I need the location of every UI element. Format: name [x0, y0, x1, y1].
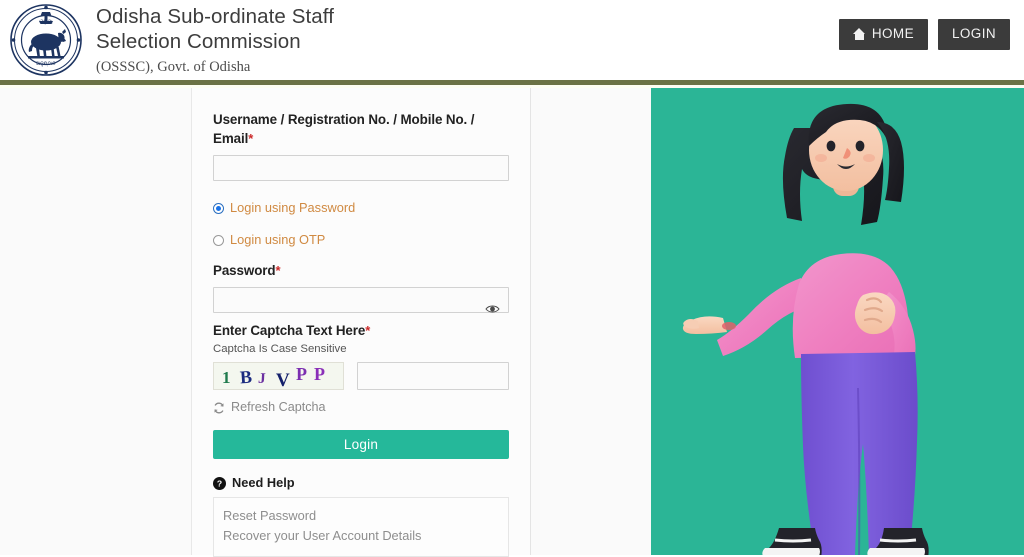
home-icon — [852, 27, 866, 40]
captcha-char-2: J — [257, 370, 266, 388]
brand-block: ଓଡ଼ିଶା ଅନୁଷ୍ଠାନ Odisha Sub-ordinate Staf… — [8, 2, 334, 78]
login-nav-label: LOGIN — [951, 26, 996, 41]
character-illustration — [651, 88, 1024, 555]
refresh-captcha-button[interactable]: Refresh Captcha — [213, 401, 509, 414]
site-header: ଓଡ଼ିଶା ଅନୁଷ୍ଠାନ Odisha Sub-ordinate Staf… — [0, 0, 1024, 80]
radio-otp-indicator[interactable] — [213, 234, 224, 246]
login-submit-button[interactable]: Login — [213, 429, 509, 459]
svg-text:ଅନୁଷ୍ଠାନ: ଅନୁଷ୍ଠାନ — [36, 61, 56, 67]
question-circle-icon: ? — [213, 476, 226, 490]
need-help-title: Need Help — [232, 474, 295, 490]
captcha-char-3: V — [276, 370, 290, 390]
captcha-char-1: B — [239, 366, 253, 388]
password-label: Password* — [213, 261, 509, 280]
login-form-card: Username / Registration No. / Mobile No.… — [192, 88, 531, 557]
header-nav: HOME LOGIN — [838, 19, 1010, 50]
site-title-line2: Selection Commission — [96, 30, 301, 53]
home-button-label: HOME — [871, 26, 914, 41]
login-nav-button[interactable]: LOGIN — [937, 19, 1010, 50]
username-label: Username / Registration No. / Mobile No.… — [213, 110, 509, 148]
svg-text:?: ? — [217, 478, 222, 488]
radio-password-label: Login using Password — [230, 199, 356, 215]
captcha-label: Enter Captcha Text Here* — [213, 321, 509, 340]
site-title: Odisha Sub-ordinate Staff Selection Comm… — [96, 4, 334, 54]
site-title-line1: Odisha Sub-ordinate Staff — [96, 5, 335, 28]
refresh-icon — [213, 401, 225, 414]
right-gutter — [531, 88, 651, 555]
refresh-captcha-label: Refresh Captcha — [231, 400, 326, 414]
username-input[interactable] — [213, 155, 509, 181]
username-label-line2: Email — [213, 131, 249, 146]
captcha-input[interactable] — [357, 362, 509, 390]
login-method-group: Login using Password Login using OTP — [213, 197, 509, 251]
password-input-wrapper — [213, 287, 509, 313]
password-input[interactable] — [213, 287, 509, 313]
login-page: ଓଡ଼ିଶା ଅନୁଷ୍ଠାନ Odisha Sub-ordinate Staf… — [0, 0, 1024, 557]
captcha-char-5: P — [314, 364, 325, 384]
radio-otp-label: Login using OTP — [230, 231, 326, 247]
radio-login-using-otp[interactable]: Login using OTP — [213, 229, 509, 251]
page-body: Username / Registration No. / Mobile No.… — [0, 88, 1024, 557]
username-required-mark: * — [248, 131, 254, 146]
captcha-image: 1BJVPP — [213, 362, 344, 390]
hero-panel — [651, 88, 1024, 555]
password-label-text: Password — [213, 263, 276, 278]
left-gutter — [0, 88, 192, 555]
radio-login-using-password[interactable]: Login using Password — [213, 197, 509, 219]
brand-text: Odisha Sub-ordinate Staff Selection Comm… — [96, 2, 334, 76]
eye-icon[interactable] — [485, 301, 500, 313]
captcha-label-text: Enter Captcha Text Here — [213, 323, 366, 338]
home-button[interactable]: HOME — [838, 19, 928, 50]
captcha-required-mark: * — [365, 323, 371, 338]
svg-text:ଓଡ଼ିଶା: ଓଡ଼ିଶା — [39, 19, 53, 26]
odisha-state-emblem-icon: ଓଡ଼ିଶା ଅନୁଷ୍ଠାନ — [8, 2, 84, 78]
captcha-block: Enter Captcha Text Here* Captcha Is Case… — [213, 321, 509, 414]
login-form: Username / Registration No. / Mobile No.… — [213, 110, 509, 557]
captcha-char-4: P — [296, 364, 307, 384]
captcha-row: 1BJVPP — [213, 362, 509, 390]
password-required-mark: * — [275, 263, 281, 278]
need-help-box: Reset Password Recover your User Account… — [213, 496, 509, 557]
reset-password-link[interactable]: Reset Password — [223, 506, 499, 526]
recover-account-link[interactable]: Recover your User Account Details — [223, 526, 499, 546]
site-subtitle: (OSSSC), Govt. of Odisha — [96, 59, 251, 75]
username-label-line1: Username / Registration No. / Mobile No.… — [213, 112, 475, 127]
radio-password-indicator[interactable] — [213, 202, 224, 214]
captcha-char-0: 1 — [222, 368, 231, 387]
captcha-case-note: Captcha Is Case Sensitive — [213, 343, 347, 355]
need-help-header: ? Need Help — [213, 474, 509, 490]
